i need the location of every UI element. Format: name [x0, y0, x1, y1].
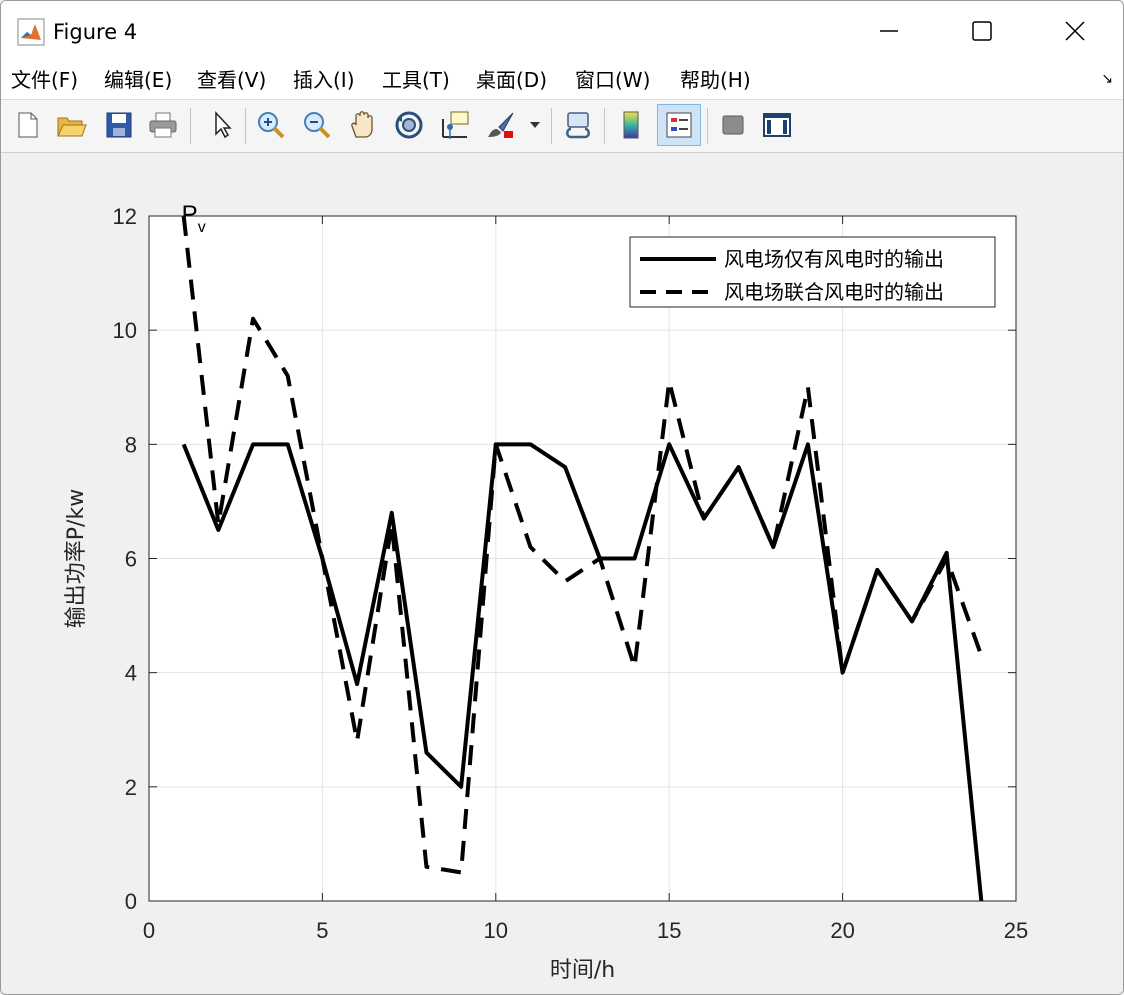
menu-bar: 文件(F) 编辑(E) 查看(V) 插入(I) 工具(T) 桌面(D) 窗口(W…	[1, 61, 1123, 100]
y-tick-label: 12	[113, 204, 137, 229]
figure-window: Figure 4 文件(F) 编辑(E) 查看(V) 插入(I) 工具(T) 桌…	[0, 0, 1124, 995]
close-button[interactable]	[1029, 1, 1121, 61]
menu-overflow-icon[interactable]: ↘	[1101, 71, 1113, 87]
zoom-in-button[interactable]	[251, 105, 291, 145]
link-plot-button[interactable]	[558, 105, 598, 145]
menu-insert[interactable]: 插入(I)	[293, 66, 355, 94]
rotate-3d-icon	[395, 111, 423, 139]
toolbar-separator	[551, 108, 552, 144]
y-tick-label: 10	[113, 318, 137, 343]
brush-dropdown-button[interactable]	[523, 105, 547, 145]
chart-svg: 0 5 10 15 20 25 0 2 4 6 8 10 12 Pv 时间/h 输出功率P/kw 风电场…	[64, 201, 1028, 983]
y-tick-label: 6	[125, 547, 137, 572]
close-icon	[1065, 21, 1085, 41]
brush-icon	[488, 112, 514, 138]
zoom-in-icon	[258, 112, 285, 139]
menu-file[interactable]: 文件(F)	[11, 66, 78, 94]
title-bar: Figure 4	[1, 1, 1123, 61]
brush-button[interactable]	[481, 105, 521, 145]
menu-help[interactable]: 帮助(H)	[680, 66, 751, 94]
menu-view[interactable]: 查看(V)	[197, 66, 266, 94]
menu-tools[interactable]: 工具(T)	[382, 66, 450, 94]
pan-button[interactable]	[343, 105, 383, 145]
window-title: Figure 4	[53, 20, 138, 44]
open-file-button[interactable]	[51, 105, 91, 145]
pointer-icon	[215, 111, 232, 139]
chevron-down-icon	[530, 122, 540, 128]
hide-plot-tools-button[interactable]	[713, 105, 753, 145]
y-axis-label: 输出功率P/kw	[64, 489, 89, 628]
zoom-out-icon	[304, 112, 331, 139]
minimize-button[interactable]	[843, 1, 935, 61]
data-cursor-button[interactable]	[435, 105, 475, 145]
menu-desktop[interactable]: 桌面(D)	[476, 66, 547, 94]
save-icon	[106, 112, 132, 138]
zoom-out-button[interactable]	[297, 105, 337, 145]
x-axis-label: 时间/h	[550, 958, 615, 983]
annotation-subscript: v	[198, 219, 206, 236]
toolbar-separator	[190, 108, 191, 144]
y-tick-label: 2	[125, 775, 137, 800]
x-tick-label: 5	[316, 918, 328, 943]
legend-entry-wind-only: 风电场仅有风电时的输出	[724, 247, 944, 271]
data-cursor-icon	[442, 111, 469, 139]
y-tick-label: 8	[125, 432, 137, 457]
toolbar-separator	[245, 108, 246, 144]
show-plot-tools-button[interactable]	[757, 105, 797, 145]
x-tick-label: 0	[143, 918, 155, 943]
x-tick-label: 15	[657, 918, 681, 943]
maximize-button[interactable]	[936, 1, 1028, 61]
x-tick-label: 20	[830, 918, 854, 943]
maximize-icon	[972, 21, 992, 41]
toolbar	[1, 100, 1123, 153]
colorbar-button[interactable]	[611, 105, 651, 145]
hide-plot-tools-icon	[722, 115, 744, 135]
rotate-3d-button[interactable]	[389, 105, 429, 145]
y-tick-label: 4	[125, 661, 137, 686]
show-plot-tools-icon	[763, 113, 791, 137]
annotation-main: P	[182, 201, 198, 228]
pointer-button[interactable]	[201, 105, 241, 145]
matlab-logo-icon	[17, 18, 45, 46]
legend-entry-combined: 风电场联合风电时的输出	[724, 280, 944, 304]
new-figure-button[interactable]	[7, 105, 47, 145]
link-plot-icon	[566, 112, 590, 139]
figure-canvas: 0 5 10 15 20 25 0 2 4 6 8 10 12 Pv 时间/h 输出功率P/kw 风电场…	[1, 153, 1123, 994]
toolbar-separator	[707, 108, 708, 144]
minimize-icon	[880, 30, 898, 32]
new-figure-icon	[18, 112, 38, 138]
toolbar-separator	[604, 108, 605, 144]
x-tick-label: 10	[484, 918, 508, 943]
x-tick-label: 25	[1004, 918, 1028, 943]
print-icon	[149, 112, 177, 138]
colorbar-icon	[623, 111, 639, 139]
menu-window[interactable]: 窗口(W)	[575, 66, 650, 94]
open-file-icon	[57, 117, 87, 137]
save-button[interactable]	[99, 105, 139, 145]
pan-hand-icon	[351, 111, 373, 138]
menu-edit[interactable]: 编辑(E)	[104, 66, 172, 94]
print-button[interactable]	[143, 105, 183, 145]
legend-button[interactable]	[657, 104, 701, 146]
legend-icon	[666, 112, 692, 138]
legend[interactable]: 风电场仅有风电时的输出 风电场联合风电时的输出	[629, 236, 996, 308]
y-tick-label: 0	[125, 889, 137, 914]
